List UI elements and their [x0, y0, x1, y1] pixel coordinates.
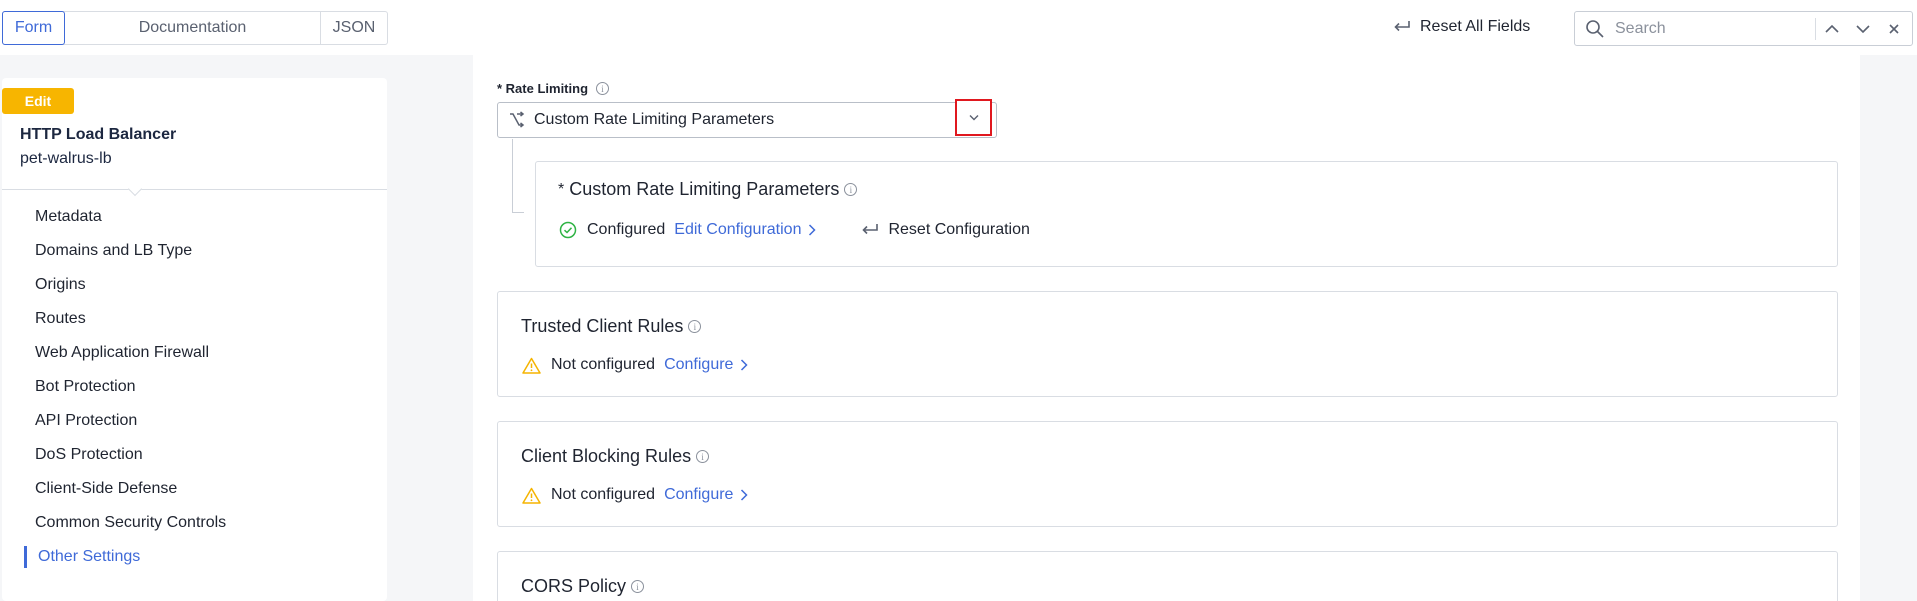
tab-json[interactable]: JSON: [321, 12, 387, 44]
sidebar-item-common-security-controls[interactable]: Common Security Controls: [2, 506, 387, 540]
configure-client-blocking-rules-link[interactable]: Configure: [664, 486, 748, 504]
check-circle-icon: [559, 221, 577, 239]
configuration-status-row: Not configured Configure: [522, 356, 748, 374]
rate-limiting-select[interactable]: Custom Rate Limiting Parameters: [497, 102, 997, 138]
search-input[interactable]: [1615, 19, 1805, 38]
section-navigation-panel: Edit HTTP Load Balancer pet-walrus-lb Me…: [2, 78, 387, 601]
search-box: [1574, 11, 1913, 46]
sidebar-item-dos-protection[interactable]: DoS Protection: [2, 438, 387, 472]
warning-triangle-icon: [522, 357, 541, 374]
custom-rate-limiting-parameters-title: * Custom Rate Limiting Parameters i: [558, 179, 858, 200]
rate-limiting-field-label: * Rate Limiting i: [497, 81, 610, 96]
trusted-client-rules-card: Trusted Client Rules i Not configured Co…: [497, 291, 1838, 397]
card-title-text: CORS Policy: [521, 576, 627, 596]
info-icon[interactable]: i: [631, 580, 645, 593]
view-tabs: Form Documentation JSON: [2, 11, 388, 45]
sidebar-item-origins[interactable]: Origins: [2, 268, 387, 302]
sidebar-item-routes[interactable]: Routes: [2, 302, 387, 336]
chevron-right-icon: [741, 359, 748, 371]
required-marker: *: [558, 180, 565, 198]
edit-configuration-link[interactable]: Edit Configuration: [674, 221, 817, 239]
edit-mode-badge: Edit: [2, 88, 74, 114]
status-text: Configured: [587, 221, 666, 238]
configure-label: Configure: [664, 486, 734, 503]
configure-label: Configure: [664, 356, 734, 373]
chevron-down-icon: [1855, 24, 1870, 33]
close-icon: [1888, 23, 1899, 34]
sidebar-item-metadata[interactable]: Metadata: [2, 200, 387, 234]
card-title-text: Trusted Client Rules: [521, 316, 684, 336]
status-text: Not configured: [551, 356, 656, 373]
reset-all-fields-button[interactable]: Reset All Fields: [1393, 18, 1530, 36]
sidebar-item-domains-and-lb-type[interactable]: Domains and LB Type: [2, 234, 387, 268]
warning-triangle-icon: [522, 487, 541, 504]
tree-connector-line: [512, 139, 513, 213]
chevron-right-icon: [809, 224, 817, 236]
rate-limiting-dropdown-toggle[interactable]: [955, 99, 992, 136]
rate-limiting-label-text: * Rate Limiting: [497, 81, 589, 96]
sidebar-item-web-application-firewall[interactable]: Web Application Firewall: [2, 336, 387, 370]
chevron-up-icon: [1824, 24, 1839, 33]
top-toolbar: Form Documentation JSON Reset All Fields: [0, 0, 1917, 55]
edit-configuration-label: Edit Configuration: [674, 221, 802, 238]
status-text: Not configured: [551, 486, 656, 503]
chevron-right-icon: [741, 489, 748, 501]
card-title-text: Client Blocking Rules: [521, 446, 692, 466]
search-icon: [1586, 19, 1604, 38]
panel-divider: [2, 189, 387, 190]
card-title-text: Custom Rate Limiting Parameters: [569, 179, 840, 199]
client-blocking-rules-card: Client Blocking Rules i Not configured C…: [497, 421, 1838, 527]
object-name: pet-walrus-lb: [20, 150, 112, 167]
configuration-status-row: Not configured Configure: [522, 486, 748, 504]
chevron-down-icon: [969, 115, 978, 121]
section-nav-list: Metadata Domains and LB Type Origins Rou…: [2, 200, 387, 574]
object-type-title: HTTP Load Balancer: [20, 126, 177, 143]
reset-configuration-label: Reset Configuration: [888, 221, 1030, 238]
undo-arrow-icon: [1394, 21, 1410, 32]
search-clear-button[interactable]: [1878, 15, 1909, 43]
sidebar-item-client-side-defense[interactable]: Client-Side Defense: [2, 472, 387, 506]
info-icon[interactable]: i: [696, 450, 710, 463]
client-blocking-rules-title: Client Blocking Rules i: [521, 446, 710, 467]
form-main-content: * Rate Limiting i Custom Rate Limiting P…: [473, 55, 1860, 601]
sidebar-item-other-settings[interactable]: Other Settings: [2, 540, 387, 574]
undo-arrow-icon: [862, 224, 879, 235]
info-icon[interactable]: i: [596, 82, 610, 95]
cors-policy-card: CORS Policy i: [497, 551, 1838, 601]
configuration-status-row: Configured Edit Configuration Reset Conf…: [559, 221, 1030, 239]
tab-form[interactable]: Form: [2, 11, 65, 45]
custom-rate-limiting-parameters-card: * Custom Rate Limiting Parameters i Conf…: [535, 161, 1838, 267]
tree-connector-branch: [512, 212, 524, 213]
reset-all-fields-label: Reset All Fields: [1420, 18, 1531, 35]
configure-trusted-client-rules-link[interactable]: Configure: [664, 356, 748, 374]
branch-icon: [510, 111, 525, 128]
panel-notch: [127, 181, 143, 197]
reset-configuration-button[interactable]: Reset Configuration: [861, 221, 1030, 239]
info-icon[interactable]: i: [844, 183, 858, 196]
trusted-client-rules-title: Trusted Client Rules i: [521, 316, 702, 337]
info-icon[interactable]: i: [688, 320, 702, 333]
search-previous-button[interactable]: [1816, 15, 1847, 43]
search-next-button[interactable]: [1847, 15, 1878, 43]
cors-policy-title: CORS Policy i: [521, 576, 645, 597]
sidebar-item-bot-protection[interactable]: Bot Protection: [2, 370, 387, 404]
rate-limiting-selected-value: Custom Rate Limiting Parameters: [534, 111, 775, 128]
sidebar-item-api-protection[interactable]: API Protection: [2, 404, 387, 438]
tab-documentation[interactable]: Documentation: [65, 12, 321, 44]
